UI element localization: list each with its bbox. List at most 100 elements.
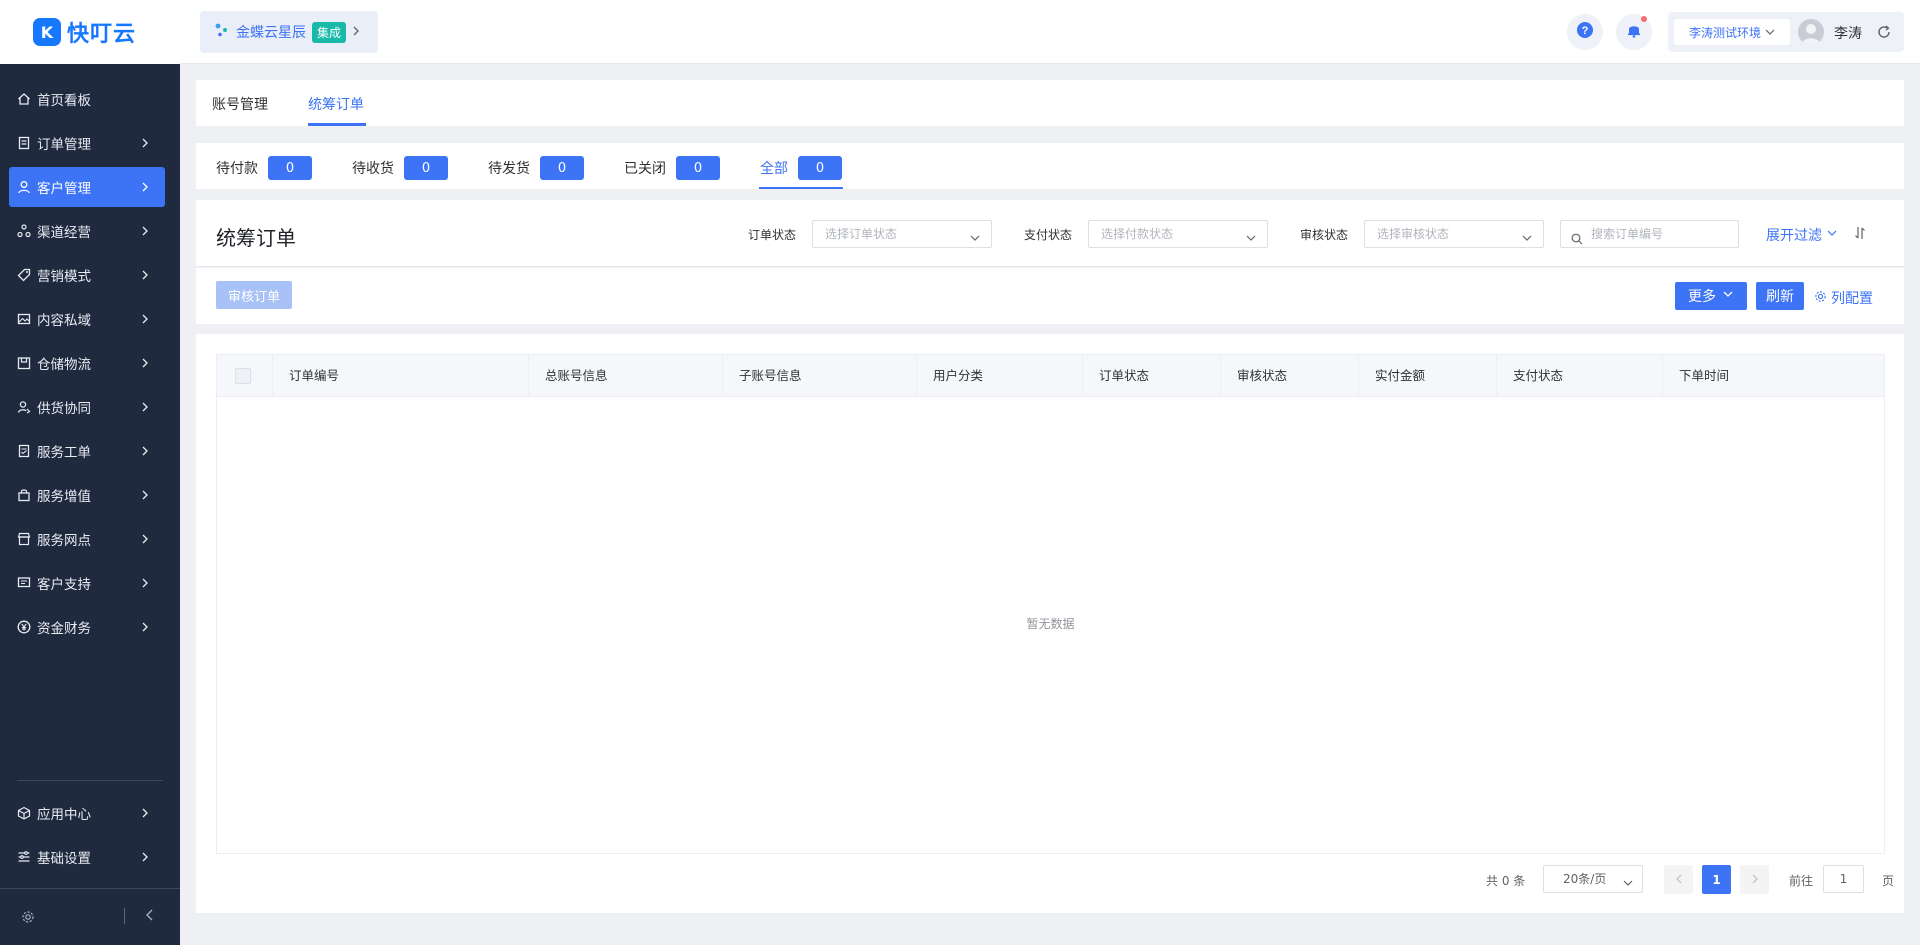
- sidebar-item-label: 供货协同: [37, 401, 91, 417]
- status-count-badge: 0: [798, 156, 842, 180]
- page-number-button[interactable]: 1: [1702, 865, 1731, 894]
- status-count-badge: 0: [540, 156, 584, 180]
- sidebar-item-channels[interactable]: 渠道经营: [9, 211, 165, 251]
- sidebar-item-label: 服务增值: [37, 489, 91, 505]
- chevron-right-icon: [137, 443, 153, 459]
- column-config-label: 列配置: [1831, 291, 1873, 307]
- integration-switcher[interactable]: 金蝶云星辰 集成: [200, 11, 378, 53]
- order-search-input[interactable]: 搜索订单编号: [1560, 220, 1739, 248]
- sidebar-item-label: 仓储物流: [37, 357, 91, 373]
- column-header[interactable]: 订单状态: [1083, 355, 1221, 397]
- notification-button[interactable]: [1616, 14, 1652, 50]
- expand-filter-button[interactable]: 展开过滤: [1766, 225, 1838, 245]
- table-header: 订单编号 总账号信息 子账号信息 用户分类 订单状态 审核状态 实付金额 支付状…: [217, 355, 1884, 397]
- status-tab-pending-payment[interactable]: 待付款 0: [216, 156, 312, 180]
- prev-page-button[interactable]: [1664, 865, 1693, 894]
- column-header[interactable]: 总账号信息: [529, 355, 723, 397]
- environment-selector[interactable]: 李涛测试环境: [1674, 19, 1790, 45]
- column-header[interactable]: 下单时间: [1663, 355, 1884, 397]
- chevron-right-icon: [137, 805, 153, 821]
- goto-page-input[interactable]: 1: [1823, 865, 1864, 893]
- search-placeholder: 搜索订单编号: [1591, 227, 1664, 241]
- tab-account-management[interactable]: 账号管理: [212, 94, 268, 114]
- sidebar-item-marketing[interactable]: 营销模式: [9, 255, 165, 295]
- sidebar-item-service-tickets[interactable]: 服务工单: [9, 431, 165, 471]
- sidebar-item-app-center[interactable]: 应用中心: [9, 793, 165, 833]
- chevron-right-icon: [137, 355, 153, 371]
- more-button[interactable]: 更多: [1675, 282, 1747, 310]
- page-size-select[interactable]: 20条/页: [1543, 865, 1643, 893]
- select-placeholder: 选择订单状态: [825, 227, 898, 241]
- collapse-sidebar-icon[interactable]: [145, 908, 155, 926]
- page-title: 统筹订单: [216, 226, 296, 250]
- chevron-right-icon: [137, 531, 153, 547]
- tab-coordinated-orders[interactable]: 统筹订单: [308, 94, 364, 114]
- sidebar-item-customers[interactable]: 客户管理: [9, 167, 165, 207]
- home-icon: [17, 92, 31, 106]
- sidebar-item-finance[interactable]: 资金财务: [9, 607, 165, 647]
- sidebar-bottom-nav: 应用中心 基础设置: [9, 793, 165, 881]
- chevron-right-icon: [137, 267, 153, 283]
- select-all-checkbox[interactable]: [235, 368, 251, 384]
- pay-status-select[interactable]: 选择付款状态: [1088, 220, 1268, 248]
- active-tab-indicator: [308, 123, 366, 126]
- sidebar: K 快叮云 首页看板 订单管理 客户管理 渠道经营 营销模式 内容私域 仓储物流…: [0, 0, 180, 945]
- refresh-button[interactable]: 刷新: [1756, 282, 1804, 310]
- sidebar-item-orders[interactable]: 订单管理: [9, 123, 165, 163]
- status-tab-pending-shipment[interactable]: 待发货 0: [488, 156, 584, 180]
- audit-order-button[interactable]: 审核订单: [216, 281, 292, 309]
- status-tab-closed[interactable]: 已关闭 0: [624, 156, 720, 180]
- page-size-value: 20条/页: [1563, 872, 1607, 886]
- order-status-select[interactable]: 选择订单状态: [812, 220, 992, 248]
- column-config-button[interactable]: 列配置: [1814, 288, 1873, 308]
- gear-icon[interactable]: [21, 910, 35, 928]
- column-header[interactable]: 子账号信息: [723, 355, 917, 397]
- sidebar-item-label: 内容私域: [37, 313, 91, 329]
- audit-status-select[interactable]: 选择审核状态: [1364, 220, 1544, 248]
- sidebar-item-support[interactable]: 客户支持: [9, 563, 165, 603]
- help-button[interactable]: ?: [1567, 14, 1603, 50]
- sidebar-item-label: 渠道经营: [37, 225, 91, 241]
- column-header[interactable]: 用户分类: [917, 355, 1083, 397]
- filter-bar: 统筹订单 订单状态 选择订单状态 支付状态 选择付款状态 审核状态 选择审核状态…: [196, 200, 1904, 267]
- sidebar-item-warehouse[interactable]: 仓储物流: [9, 343, 165, 383]
- user-menu[interactable]: 李涛测试环境 李涛: [1668, 12, 1904, 52]
- chevron-right-icon: [137, 179, 153, 195]
- column-header[interactable]: 支付状态: [1497, 355, 1663, 397]
- column-header[interactable]: 实付金额: [1359, 355, 1497, 397]
- order-icon: [17, 136, 31, 150]
- sidebar-item-content[interactable]: 内容私域: [9, 299, 165, 339]
- warehouse-icon: [17, 356, 31, 370]
- chevron-right-icon: [137, 619, 153, 635]
- cube-icon: [17, 806, 31, 820]
- refresh-icon[interactable]: [1876, 24, 1892, 44]
- sidebar-item-basic-settings[interactable]: 基础设置: [9, 837, 165, 877]
- column-header[interactable]: 审核状态: [1221, 355, 1359, 397]
- page-suffix: 页: [1882, 874, 1895, 888]
- ticket-icon: [17, 444, 31, 458]
- pagination: 共 0 条 20条/页 1 前往 1 页: [196, 864, 1904, 894]
- yen-icon: [17, 620, 31, 634]
- sidebar-item-value-added[interactable]: 服务增值: [9, 475, 165, 515]
- integration-name: 金蝶云星辰: [236, 25, 306, 41]
- user-name: 李涛: [1834, 26, 1862, 42]
- sidebar-item-supply[interactable]: 供货协同: [9, 387, 165, 427]
- sort-icon[interactable]: [1854, 226, 1866, 244]
- next-page-button[interactable]: [1740, 865, 1769, 894]
- status-tab-all[interactable]: 全部 0: [760, 156, 842, 180]
- sidebar-item-outlets[interactable]: 服务网点: [9, 519, 165, 559]
- logo[interactable]: K 快叮云: [0, 0, 180, 64]
- expand-filter-label: 展开过滤: [1766, 228, 1822, 244]
- column-header[interactable]: 订单编号: [273, 355, 529, 397]
- status-count-badge: 0: [676, 156, 720, 180]
- active-status-indicator: [759, 187, 843, 189]
- chevron-right-icon: [137, 399, 153, 415]
- status-tab-label: 全部: [760, 161, 788, 177]
- sidebar-item-label: 客户管理: [37, 181, 91, 197]
- sidebar-nav: 首页看板 订单管理 客户管理 渠道经营 营销模式 内容私域 仓储物流 供货协同 …: [9, 79, 165, 651]
- status-tab-pending-receipt[interactable]: 待收货 0: [352, 156, 448, 180]
- sidebar-item-home[interactable]: 首页看板: [9, 79, 165, 119]
- avatar[interactable]: [1798, 19, 1824, 45]
- sidebar-footer: [0, 896, 180, 940]
- pay-status-label: 支付状态: [1024, 228, 1073, 242]
